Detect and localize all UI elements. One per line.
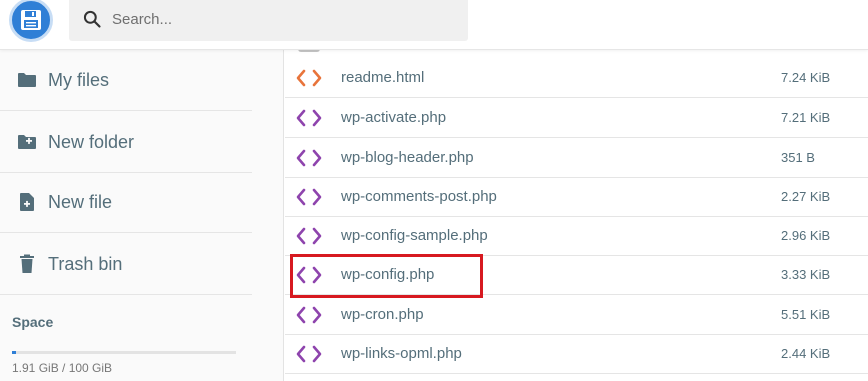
sidebar-item-new-file[interactable]: New file — [0, 172, 252, 233]
php-code-icon — [295, 343, 323, 365]
php-code-icon — [295, 225, 323, 247]
file-size: 2.44 KiB — [781, 346, 831, 361]
file-size: 7.24 KiB — [781, 70, 831, 85]
file-row[interactable]: wp-blog-header.php 351 B — [285, 138, 868, 178]
space-usage-text: 1.91 GiB / 100 GiB — [12, 361, 113, 375]
sidebar-item-new-folder[interactable]: New folder — [0, 112, 252, 173]
php-code-icon — [295, 264, 323, 286]
folder-icon — [16, 69, 38, 91]
file-name: wp-links-opml.php — [341, 345, 462, 362]
file-name: readme.html — [341, 69, 425, 86]
file-row[interactable]: wp-activate.php 7.21 KiB — [285, 98, 868, 138]
php-code-icon — [295, 304, 323, 326]
search-bar[interactable] — [69, 0, 468, 41]
new-file-icon — [16, 191, 38, 213]
sidebar-item-my-files[interactable]: My files — [0, 50, 252, 111]
file-browser-app: My files New folder New file — [0, 0, 868, 381]
new-folder-icon — [16, 131, 38, 153]
space-title: Space — [12, 314, 54, 330]
sidebar-item-trash-bin[interactable]: Trash bin — [0, 234, 252, 295]
file-name: wp-blog-header.php — [341, 149, 474, 166]
search-icon[interactable] — [82, 8, 104, 30]
top-header — [0, 0, 868, 50]
file-size: 7.21 KiB — [781, 110, 831, 125]
space-usage-bar — [12, 351, 236, 354]
html-code-icon — [295, 67, 323, 89]
file-row[interactable]: wp-config.php 3.33 KiB — [285, 255, 868, 295]
file-name: wp-config-sample.php — [341, 227, 488, 244]
file-row[interactable]: wp-comments-post.php 2.27 KiB — [285, 177, 868, 217]
php-code-icon — [295, 107, 323, 129]
file-size: 2.27 KiB — [781, 189, 831, 204]
file-row[interactable]: wp-cron.php 5.51 KiB — [285, 295, 868, 335]
sidebar: My files New folder New file Trash bin S… — [0, 50, 284, 381]
file-size: 2.96 KiB — [781, 228, 831, 243]
file-row[interactable]: wp-links-opml.php 2.44 KiB — [285, 334, 868, 374]
sidebar-item-label: New folder — [48, 131, 135, 152]
file-name: wp-config.php — [341, 266, 435, 283]
php-code-icon — [295, 147, 323, 169]
file-row[interactable]: readme.html 7.24 KiB — [285, 58, 868, 98]
app-logo-floppy-icon[interactable] — [9, 0, 53, 42]
file-size: 5.51 KiB — [781, 307, 831, 322]
file-name: wp-activate.php — [341, 109, 447, 126]
file-name: wp-cron.php — [341, 306, 424, 323]
file-size: 351 B — [781, 150, 815, 165]
space-usage-fill — [12, 351, 17, 354]
php-code-icon — [295, 186, 323, 208]
sidebar-item-label: Trash bin — [48, 253, 123, 274]
file-row[interactable]: wp-config-sample.php 2.96 KiB — [285, 216, 868, 256]
sidebar-item-label: My files — [48, 69, 110, 90]
file-list: readme.html 7.24 KiB wp-activate.php 7.21 … — [285, 50, 868, 381]
search-input[interactable] — [112, 10, 452, 28]
sidebar-item-label: New file — [48, 191, 113, 212]
file-size: 3.33 KiB — [781, 267, 831, 282]
trash-icon — [16, 253, 38, 275]
file-name: wp-comments-post.php — [341, 188, 497, 205]
